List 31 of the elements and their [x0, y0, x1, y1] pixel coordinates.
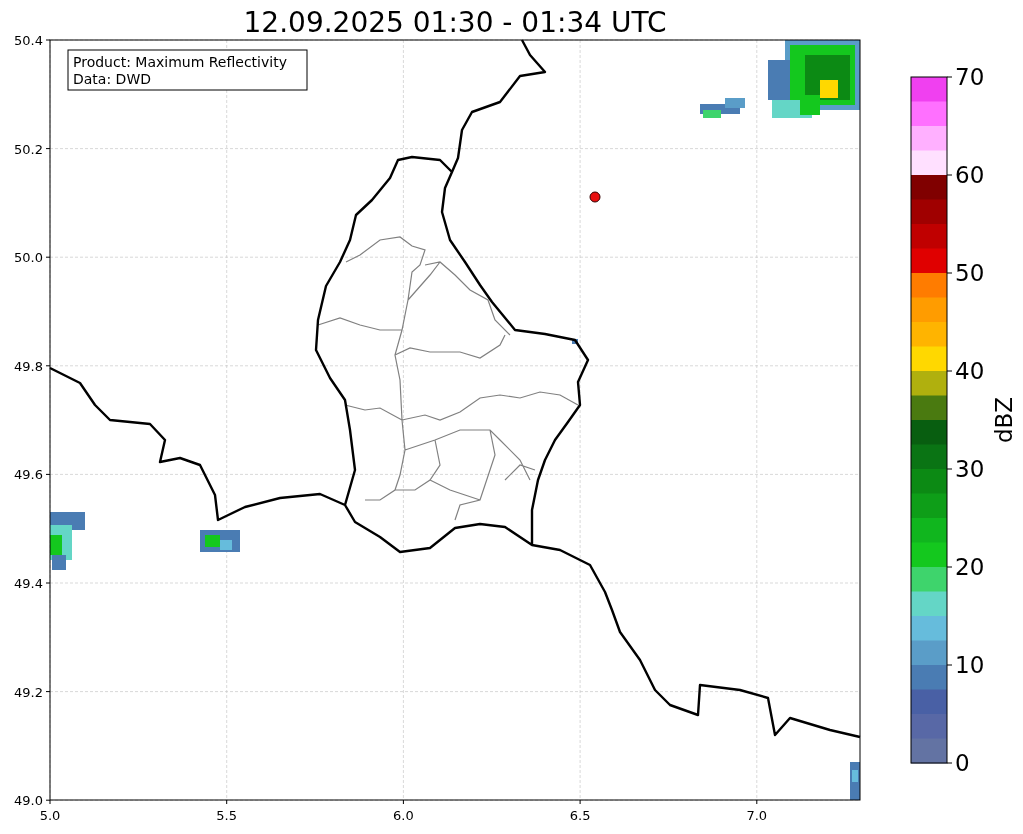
colorbar-label: dBZ [991, 396, 1017, 444]
colorbar-tick-label: 30 [955, 456, 985, 482]
axis-tick-label: 49.0 [14, 793, 43, 809]
info-text: Data: DWD [73, 71, 151, 87]
radar-echo [572, 339, 578, 344]
axis-tick-label: 49.4 [14, 576, 43, 591]
axis-tick-label: 7.0 [746, 808, 768, 823]
colorbar-tick-label: 10 [955, 652, 985, 678]
axis-tick-label: 49.6 [14, 467, 43, 483]
info-text: Product: Maximum Reflectivity [73, 54, 287, 70]
chart-title: 12.09.2025 01:30 - 01:34 UTC [243, 6, 667, 39]
radar-echo [700, 98, 745, 118]
colorbar-tick-label: 50 [955, 260, 985, 286]
colorbar-tick-label: 40 [955, 358, 985, 384]
radar-echo [50, 512, 85, 570]
axis-tick-label: 5.5 [216, 808, 238, 823]
colorbar-tick-label: 20 [955, 554, 985, 580]
axis-tick-label: 6.0 [393, 808, 414, 823]
axis-tick-label: 49.8 [14, 358, 43, 374]
axis-tick-label: 50.4 [14, 33, 43, 48]
colorbar-tick-label: 0 [955, 750, 970, 776]
radar-echo [850, 762, 860, 800]
colorbar-tick-label: 70 [955, 64, 985, 90]
location-marker [589, 191, 601, 203]
colorbar-tick-label: 60 [955, 162, 985, 188]
axis-tick-label: 50.0 [14, 250, 43, 266]
axis-tick-label: 50.2 [14, 141, 43, 157]
axis-tick-label: 49.2 [14, 684, 43, 700]
radar-echo [200, 530, 240, 552]
axis-tick-label: 6.5 [569, 808, 591, 823]
axis-tick-label: 5.0 [39, 808, 61, 823]
